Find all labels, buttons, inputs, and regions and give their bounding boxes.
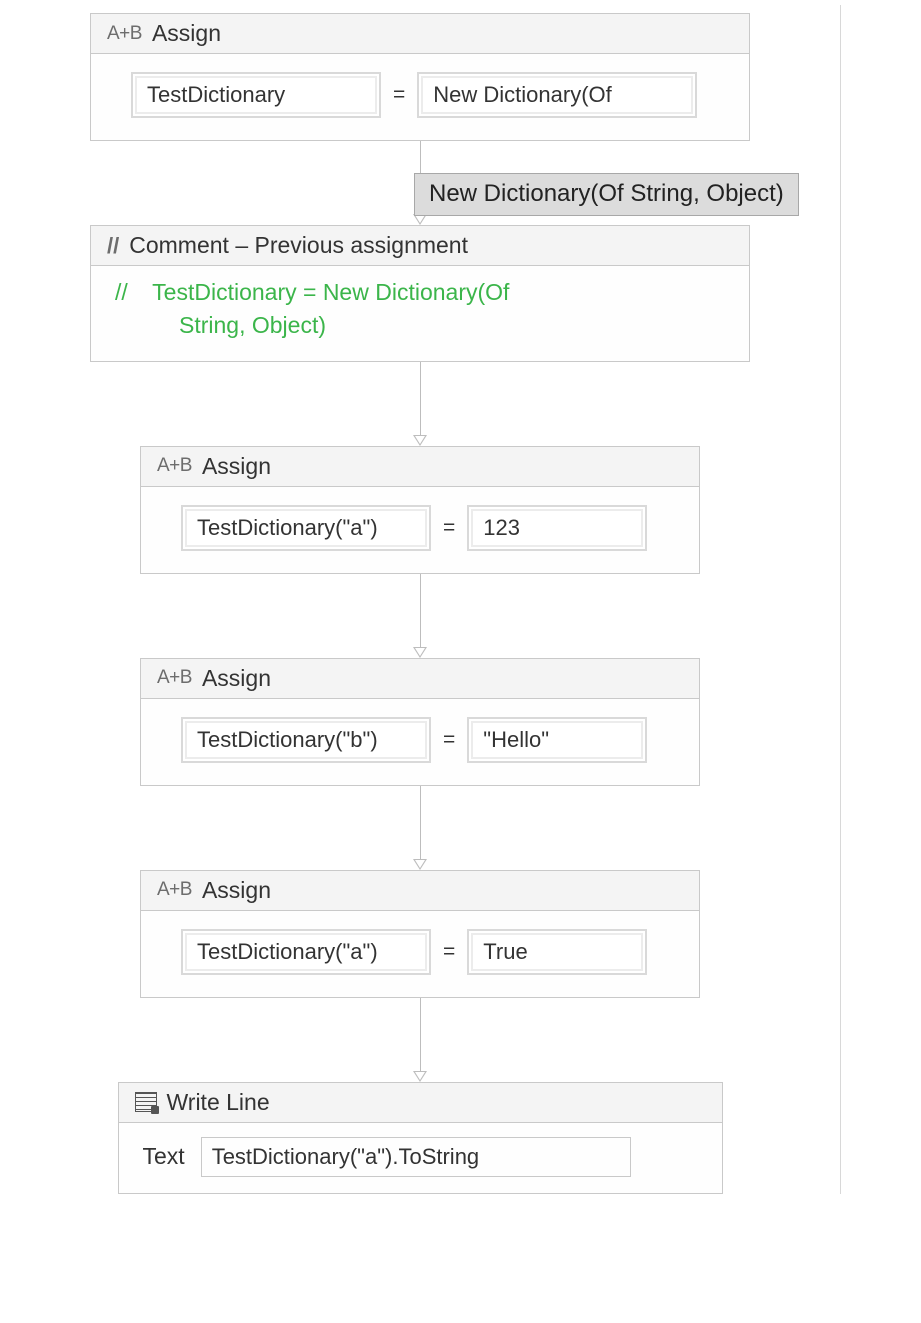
activity-assign-3[interactable]: A+B Assign TestDictionary("b") = "Hello" [140,658,700,786]
activity-title: Assign [202,665,271,692]
connector [419,362,421,446]
write-line-text-value: TestDictionary("a").ToString [212,1144,479,1169]
assign-to-field[interactable]: TestDictionary("a") [181,929,431,975]
equals-label: = [391,83,407,107]
activity-title: Write Line [167,1089,270,1116]
assign-to-value: TestDictionary("b") [185,721,427,759]
activity-header[interactable]: A+B Assign [91,14,749,54]
activity-header[interactable]: A+B Assign [141,659,699,699]
assign-value-value: True [471,933,643,971]
assign-value-field[interactable]: "Hello" [467,717,647,763]
assign-to-value: TestDictionary [135,76,377,114]
assign-to-value: TestDictionary("a") [185,509,427,547]
assign-value-value: 123 [471,509,643,547]
equals-label: = [441,728,457,752]
equals-label: = [441,516,457,540]
activity-title: Comment – Previous assignment [129,232,468,259]
comment-slashes: // [115,279,128,305]
assign-icon: A+B [107,23,142,45]
assign-icon: A+B [157,879,192,901]
connector [419,998,421,1082]
activity-header[interactable]: A+B Assign [141,447,699,487]
comment-body: // TestDictionary = New Dictionary(Of St… [91,266,749,361]
activity-write-line[interactable]: Write Line Text TestDictionary("a").ToSt… [118,1082,723,1194]
assign-value-field[interactable]: 123 [467,505,647,551]
write-line-icon [135,1092,157,1112]
activity-header[interactable]: // Comment – Previous assignment [91,226,749,266]
comment-icon: // [107,233,119,259]
equals-label: = [441,940,457,964]
activity-header[interactable]: A+B Assign [141,871,699,911]
connector [419,786,421,870]
assign-value-field[interactable]: True [467,929,647,975]
activity-title: Assign [202,877,271,904]
assign-value-value: "Hello" [471,721,643,759]
comment-text-line2: String, Object) [179,309,725,342]
assign-icon: A+B [157,455,192,477]
connector [419,574,421,658]
write-line-text-label: Text [143,1143,185,1170]
assign-value-field[interactable]: New Dictionary(Of [417,72,697,118]
activity-assign-2[interactable]: A+B Assign TestDictionary("a") = 123 [140,446,700,574]
expression-tooltip: New Dictionary(Of String, Object) [414,173,799,216]
activity-comment[interactable]: // Comment – Previous assignment // Test… [90,225,750,362]
workflow-canvas[interactable]: A+B Assign TestDictionary = New Dictiona… [0,5,841,1194]
comment-text-line1: TestDictionary = New Dictionary(Of [152,279,509,305]
assign-to-field[interactable]: TestDictionary("a") [181,505,431,551]
activity-title: Assign [152,20,221,47]
assign-value-value: New Dictionary(Of [421,76,693,114]
activity-title: Assign [202,453,271,480]
assign-icon: A+B [157,667,192,689]
assign-to-field[interactable]: TestDictionary("b") [181,717,431,763]
assign-to-field[interactable]: TestDictionary [131,72,381,118]
activity-assign-4[interactable]: A+B Assign TestDictionary("a") = True [140,870,700,998]
activity-header[interactable]: Write Line [119,1083,722,1123]
write-line-text-field[interactable]: TestDictionary("a").ToString [201,1137,631,1177]
assign-to-value: TestDictionary("a") [185,933,427,971]
activity-assign-1[interactable]: A+B Assign TestDictionary = New Dictiona… [90,13,750,141]
